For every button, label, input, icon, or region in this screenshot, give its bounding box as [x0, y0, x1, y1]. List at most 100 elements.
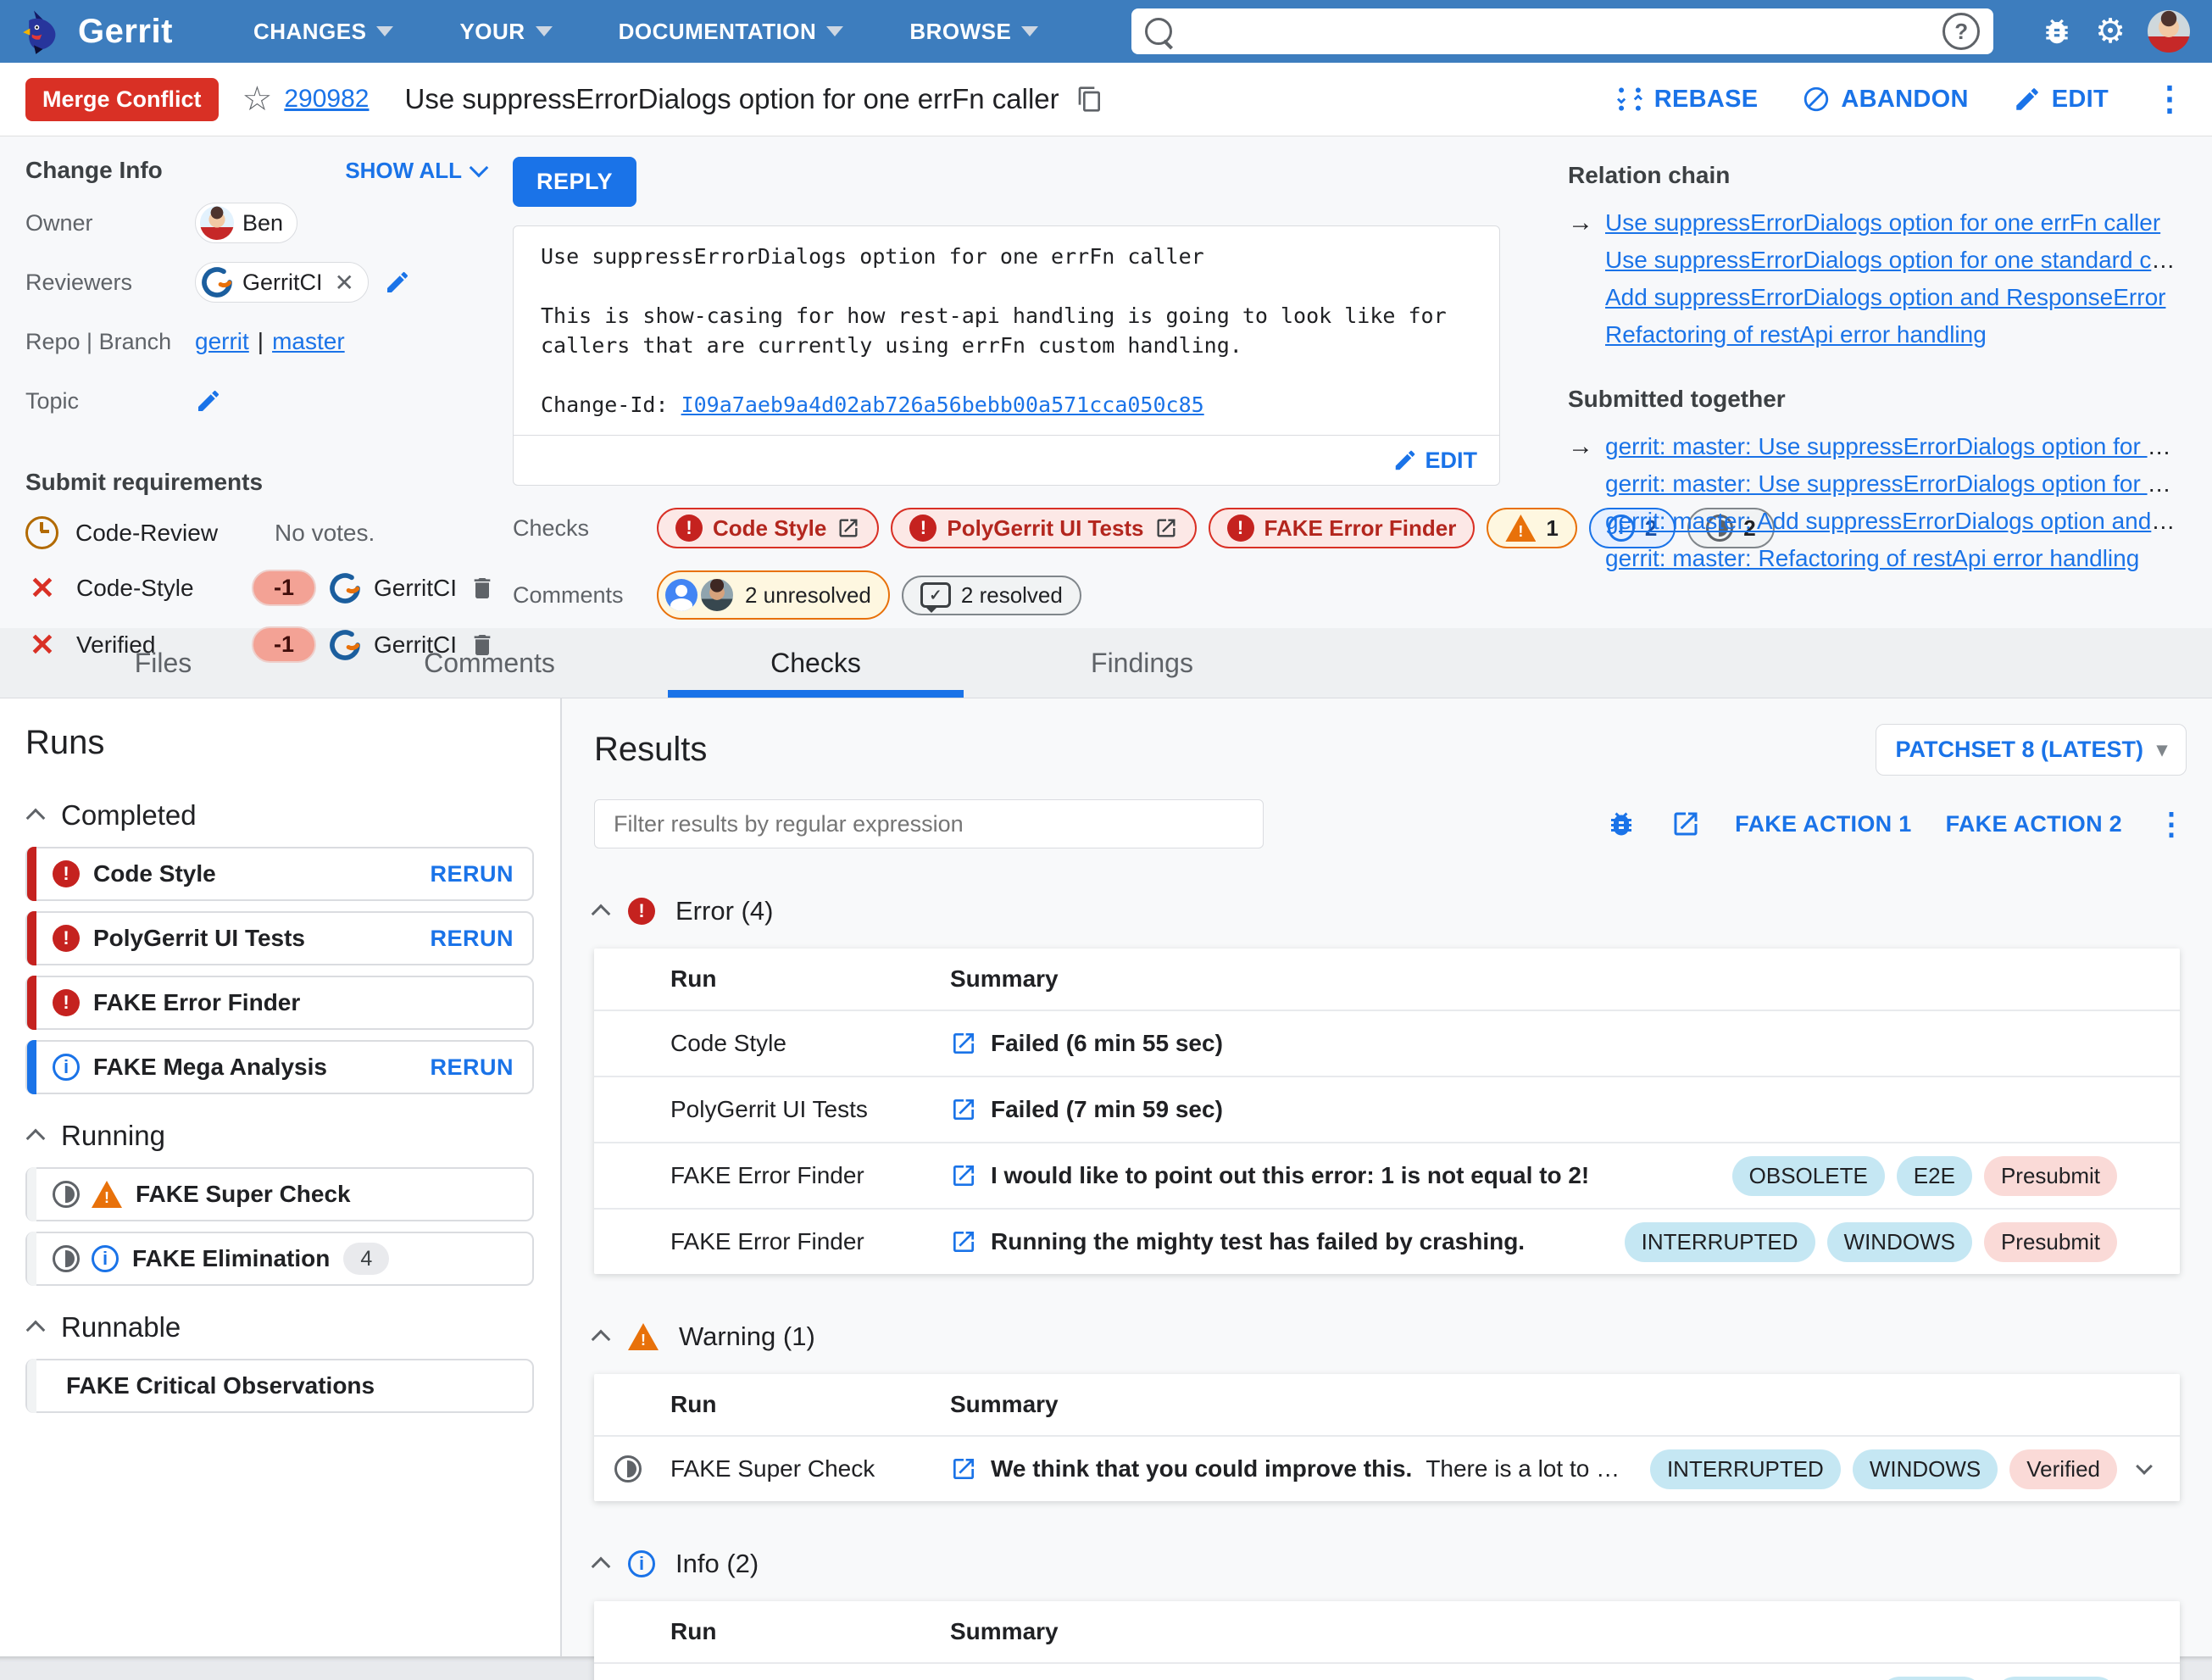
- rerun-button[interactable]: RERUN: [430, 1054, 514, 1081]
- table-row[interactable]: FAKE Error Finder Running the mighty tes…: [594, 1208, 2180, 1274]
- edit-commit-message-button[interactable]: EDIT: [1392, 448, 1477, 474]
- abandon-button[interactable]: ABANDON: [1802, 85, 1968, 114]
- bug-report-icon[interactable]: [2041, 15, 2073, 47]
- result-tag: WINDOWS: [1852, 1449, 1998, 1489]
- results-section: Warning (1) Run Summary: [591, 1321, 2187, 1501]
- unresolved-comments-chip[interactable]: 2 unresolved: [657, 570, 890, 620]
- table-row[interactable]: PolyGerrit UI Tests Failed (7 min 59 sec…: [594, 1076, 2180, 1142]
- show-all-button[interactable]: SHOW ALL: [345, 158, 489, 184]
- more-options-icon[interactable]: ⋮: [2156, 809, 2187, 839]
- run-card[interactable]: Code Style RERUN: [25, 847, 534, 901]
- tab[interactable]: Findings: [979, 628, 1305, 698]
- tab[interactable]: Comments: [326, 628, 653, 698]
- chevron-down-icon: [1021, 26, 1039, 36]
- related-change-link[interactable]: Use suppressErrorDialogs option for one …: [1605, 247, 2178, 273]
- check-error-chip[interactable]: PolyGerrit UI Tests: [891, 508, 1197, 548]
- nav-menu-item[interactable]: CHANGES: [253, 19, 394, 45]
- bug-report-icon[interactable]: [1606, 809, 1637, 839]
- nav-menu-item[interactable]: YOUR: [459, 19, 553, 45]
- change-id-link[interactable]: I09a7aeb9a4d02ab726a56bebb00a571cca050c8…: [681, 392, 1204, 417]
- rerun-button[interactable]: RERUN: [430, 926, 514, 952]
- search-icon: [1145, 18, 1173, 45]
- open-external-icon[interactable]: [1670, 809, 1701, 839]
- tab-bar: Files Comments Checks Findings: [0, 628, 2212, 698]
- external-link-icon[interactable]: [950, 1162, 977, 1189]
- related-change-link[interactable]: Refactoring of restApi error handling: [1605, 321, 1987, 348]
- edit-topic-icon[interactable]: [195, 387, 222, 414]
- related-change-link[interactable]: Use suppressErrorDialogs option for one …: [1605, 209, 2160, 236]
- submitted-change-link[interactable]: gerrit: master: Use suppressErrorDialogs…: [1605, 470, 2178, 497]
- section-header[interactable]: Error (4): [591, 896, 2187, 926]
- edit-reviewers-icon[interactable]: [384, 269, 411, 296]
- runs-group-header[interactable]: Completed: [25, 799, 560, 832]
- table-row[interactable]: FAKE Super Check We think that you could…: [594, 1435, 2180, 1501]
- run-card[interactable]: FAKE Error Finder: [25, 976, 534, 1030]
- repo-link[interactable]: gerrit: [195, 328, 249, 354]
- section-header[interactable]: Info (2): [591, 1549, 2187, 1579]
- run-status-icon: [614, 1455, 642, 1483]
- change-number-link[interactable]: 290982: [284, 85, 369, 114]
- nav-menu-item[interactable]: BROWSE: [909, 19, 1039, 45]
- commenter-photo-avatar: [699, 577, 735, 613]
- fake-action-button[interactable]: FAKE ACTION 2: [1946, 811, 2122, 837]
- table-row[interactable]: Code Style Failed (6 min 55 sec): [594, 1010, 2180, 1076]
- section-status-icon: [628, 1323, 659, 1350]
- submitted-change-link[interactable]: gerrit: master: Refactoring of restApi e…: [1605, 545, 2139, 571]
- patchset-dropdown[interactable]: PATCHSET 8 (LATEST) ▾: [1876, 724, 2187, 776]
- result-tag: Verified: [2009, 1449, 2117, 1489]
- resolved-comments-chip[interactable]: 2 resolved: [901, 575, 1081, 615]
- external-link-icon[interactable]: [950, 1455, 977, 1483]
- delete-vote-icon[interactable]: [469, 575, 496, 602]
- settings-gear-icon[interactable]: ⚙: [2095, 14, 2126, 48]
- filter-input[interactable]: [594, 799, 1264, 848]
- expand-row-icon[interactable]: [2136, 1458, 2153, 1475]
- branch-link[interactable]: master: [272, 328, 345, 354]
- external-link-icon[interactable]: [950, 1030, 977, 1057]
- check-error-chip[interactable]: Code Style: [657, 508, 880, 548]
- star-icon[interactable]: ☆: [242, 80, 273, 119]
- remove-reviewer-icon[interactable]: ✕: [335, 269, 354, 297]
- run-card[interactable]: FAKE Mega Analysis RERUN: [25, 1040, 534, 1094]
- rebase-button[interactable]: REBASE: [1615, 85, 1759, 114]
- runs-group-header[interactable]: Running: [25, 1120, 560, 1152]
- tab[interactable]: Files: [0, 628, 326, 698]
- result-tag: INTERRUPTED: [1649, 1449, 1841, 1489]
- reviewer-chip[interactable]: GerritCI ✕: [195, 262, 369, 303]
- rerun-button[interactable]: RERUN: [430, 861, 514, 887]
- abandon-icon: [1804, 86, 1829, 112]
- edit-button[interactable]: EDIT: [2013, 85, 2109, 114]
- user-avatar[interactable]: [2148, 10, 2190, 53]
- table-row[interactable]: FAKE Mega Analysis This is looking a bit…: [594, 1662, 2180, 1680]
- related-change-link[interactable]: Add suppressErrorDialogs option and Resp…: [1605, 284, 2165, 310]
- requirement-status-icon: [25, 516, 58, 549]
- tab[interactable]: Checks: [653, 628, 979, 698]
- search-input[interactable]: [1184, 17, 1943, 46]
- external-link-icon[interactable]: [950, 1228, 977, 1255]
- owner-avatar: [200, 206, 234, 240]
- table-row[interactable]: FAKE Error Finder I would like to point …: [594, 1142, 2180, 1208]
- run-card[interactable]: FAKE Critical Observations: [25, 1359, 534, 1413]
- gerrit-logo-icon[interactable]: [22, 8, 69, 55]
- copy-icon[interactable]: [1076, 86, 1103, 113]
- help-icon[interactable]: ?: [1942, 13, 1981, 50]
- section-header[interactable]: Warning (1): [591, 1321, 2187, 1352]
- reply-button[interactable]: REPLY: [513, 157, 637, 207]
- result-tag: FLAKY: [1879, 1676, 1983, 1680]
- brand-title[interactable]: Gerrit: [78, 13, 173, 51]
- external-link-icon[interactable]: [950, 1096, 977, 1123]
- table-header-row: Run Summary: [670, 1618, 1059, 1644]
- run-card[interactable]: FAKE Super Check: [25, 1167, 534, 1221]
- run-card[interactable]: FAKE Elimination 4: [25, 1232, 534, 1286]
- owner-chip[interactable]: Ben: [195, 203, 298, 243]
- runs-group: Running FAKE Super Check: [25, 1120, 560, 1286]
- submitted-change-link[interactable]: gerrit: master: Use suppressErrorDialogs…: [1605, 433, 2178, 459]
- commit-message-card: Use suppressErrorDialogs option for one …: [513, 225, 1500, 486]
- more-options-icon[interactable]: ⋮: [2153, 82, 2187, 116]
- runs-group-header[interactable]: Runnable: [25, 1311, 560, 1343]
- check-error-chip[interactable]: FAKE Error Finder: [1208, 508, 1476, 548]
- pencil-icon: [1396, 450, 1415, 470]
- nav-menu-item[interactable]: DOCUMENTATION: [619, 19, 844, 45]
- submitted-change-link[interactable]: gerrit: master: Add suppressErrorDialogs…: [1605, 508, 2178, 534]
- fake-action-button[interactable]: FAKE ACTION 1: [1735, 811, 1911, 837]
- run-card[interactable]: PolyGerrit UI Tests RERUN: [25, 911, 534, 965]
